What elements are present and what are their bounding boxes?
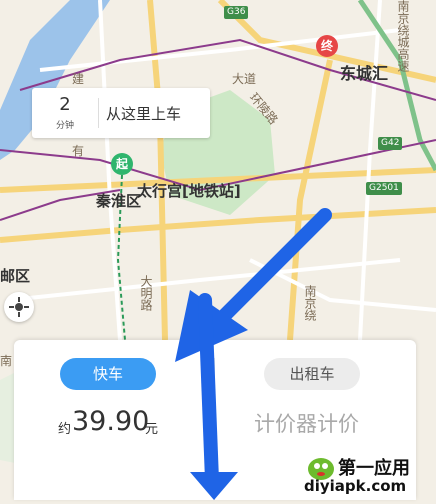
crosshair-icon [9,297,29,317]
map-label-nanjing-ring: 南京绕 [303,285,317,321]
pickup-text: 从这里上车 [106,105,182,123]
map-label-youqu: 邮区 [0,267,31,285]
eta-minutes: 2 [59,94,71,115]
map-label-taixinggong-station[interactable]: 太行宫[地铁站] [137,180,241,201]
card-divider [214,358,215,500]
map-label-dadao: 大道 [232,72,257,86]
bubble-divider [98,98,99,128]
map-label-nanjing-ring-highway: 南京绕城高速 [396,0,410,72]
map-label-dongchenghui: 东城汇 [340,64,389,83]
start-pin[interactable]: 起 [111,153,133,175]
watermark: 第一应用 diyiapk.com [302,452,436,500]
price-unit: 元 [145,422,159,437]
map-label-jian: 建 [72,72,85,86]
taxi-button[interactable]: 出租车 [264,358,360,390]
eta-unit: 分钟 [55,121,74,131]
road-shield-g36: G36 [224,6,249,19]
express-car-button[interactable]: 快车 [60,358,156,390]
road-shield-g2501: G2501 [366,182,402,195]
road-shield-g42: G42 [378,137,403,150]
locate-button[interactable] [4,292,34,322]
end-pin[interactable]: 终 [316,35,338,57]
pickup-bubble[interactable]: 2 分钟 从这里上车 [32,88,210,138]
watermark-url: diyiapk.com [304,477,407,495]
price-prefix: 约 [58,422,72,437]
map-label-daming-road: 大明路 [139,275,153,311]
map-label-nan: 南 [0,354,13,368]
price-value: 39.90 [72,406,150,437]
map-label-qinhuai: 秦淮区 [96,192,142,210]
meter-fare-text: 计价器计价 [254,412,359,436]
map-label-you: 有 [72,144,85,158]
